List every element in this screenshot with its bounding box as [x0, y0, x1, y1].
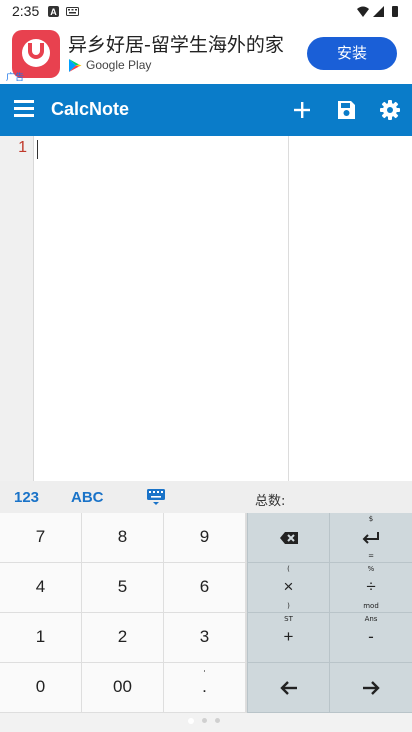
app-bar: CalcNote [0, 84, 412, 136]
total-label: 总数: [255, 494, 286, 509]
key-backspace[interactable] [247, 513, 329, 563]
key-2[interactable]: 2 [82, 613, 164, 663]
key-0[interactable]: 0 [0, 663, 82, 713]
key-1[interactable]: 1 [0, 613, 82, 663]
key-divide[interactable]: % ÷ mod [329, 563, 412, 613]
status-time: 2:35 [12, 3, 40, 19]
keypad-page-indicator [0, 713, 412, 732]
page-dot [202, 718, 207, 723]
text-caret [37, 140, 38, 159]
key-enter[interactable]: $ = [329, 513, 412, 563]
ad-store-label: Google Play [86, 58, 152, 72]
menu-icon[interactable] [14, 100, 34, 120]
key-7[interactable]: 7 [0, 513, 82, 563]
keyboard-notify-icon [66, 7, 79, 16]
key-6[interactable]: 6 [164, 563, 246, 613]
key-5[interactable]: 5 [82, 563, 164, 613]
plus-icon[interactable] [289, 97, 315, 123]
key-3[interactable]: 3 [164, 613, 246, 663]
line-number-gutter: 1 [0, 136, 34, 481]
status-bar: 2:35 A [0, 0, 412, 24]
ad-install-button[interactable]: 安装 [307, 37, 397, 70]
ad-banner[interactable]: 广告 异乡好居-留学生海外的家 Google Play 安装 [0, 24, 412, 84]
wifi-icon [357, 6, 369, 17]
app-title: CalcNote [51, 99, 130, 119]
key-minus[interactable]: Ans - [329, 613, 412, 663]
ad-store-row: Google Play [68, 56, 151, 74]
result-column [288, 136, 412, 481]
page-dot-active [188, 718, 194, 724]
note-input[interactable] [35, 136, 287, 481]
keyboard-toolbar: 123 ABC 总数: [0, 481, 412, 513]
key-00[interactable]: 00 [82, 663, 164, 713]
status-indicators [357, 6, 398, 17]
editor: 1 [0, 136, 412, 481]
save-icon[interactable] [333, 97, 359, 123]
key-multiply[interactable]: ( × ) [247, 563, 329, 613]
enter-icon [362, 532, 379, 544]
arrow-left-icon [280, 681, 297, 695]
backspace-icon [280, 532, 298, 544]
key-cursor-right[interactable] [329, 663, 412, 713]
google-play-icon [69, 58, 82, 72]
arrow-right-icon [363, 681, 380, 695]
tab-alpha-keyboard[interactable]: ABC [71, 489, 104, 506]
key-plus[interactable]: ST + [247, 613, 329, 663]
tab-numeric-keyboard[interactable]: 123 [14, 489, 39, 506]
ad-title[interactable]: 异乡好居-留学生海外的家 [68, 30, 284, 57]
key-cursor-left[interactable] [247, 663, 329, 713]
ad-tag: 广告 [6, 72, 25, 82]
svg-text:A: A [50, 7, 57, 17]
signal-icon [373, 6, 384, 17]
key-9[interactable]: 9 [164, 513, 246, 563]
gear-icon[interactable] [377, 97, 403, 123]
keypad: 7 8 9 $ = 4 5 6 ( × ) % ÷ mod 1 2 3 ST +… [0, 513, 412, 713]
battery-icon [392, 6, 398, 17]
line-number: 1 [18, 139, 27, 156]
key-4[interactable]: 4 [0, 563, 82, 613]
key-8[interactable]: 8 [82, 513, 164, 563]
notification-a-icon: A [48, 6, 59, 17]
page-dot [215, 718, 220, 723]
keyboard-icon[interactable] [146, 488, 166, 506]
key-decimal[interactable]: , . [164, 663, 246, 713]
